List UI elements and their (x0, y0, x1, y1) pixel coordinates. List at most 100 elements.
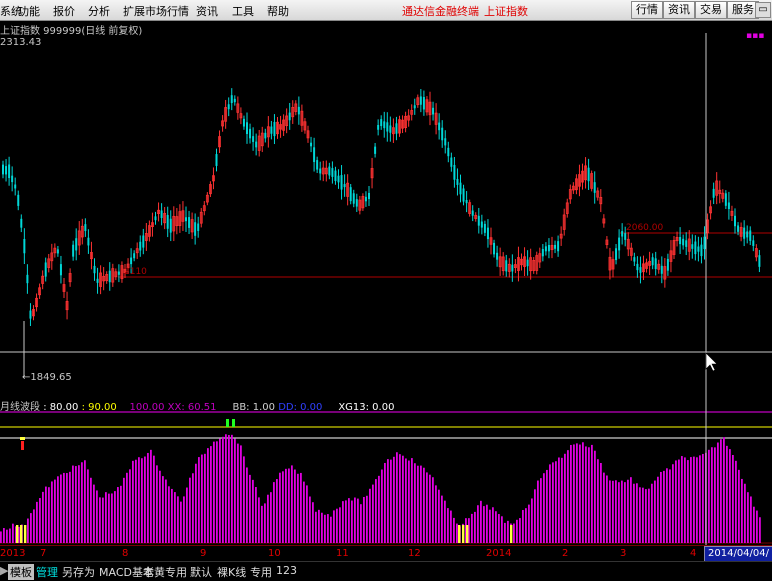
time-tick: 10 (268, 548, 281, 559)
osc-bar (720, 439, 722, 543)
osc-bar (315, 511, 317, 543)
osc-bar (387, 459, 389, 543)
osc-bar (186, 487, 188, 543)
osc-bar (378, 475, 380, 543)
osc-bar (750, 496, 752, 543)
candle-body (441, 127, 444, 141)
osc-bar (714, 447, 716, 543)
candle-body (700, 244, 703, 257)
chart-area[interactable]: 上证指数 999999(日线 前复权) 2313.43 ←1849.65 211… (0, 21, 772, 545)
menu-quote[interactable]: 报价 (53, 3, 75, 19)
kline-chart[interactable] (0, 21, 772, 397)
tab-special[interactable]: 专用 (250, 564, 272, 580)
candle-body (310, 142, 313, 147)
candle-body (2, 164, 4, 175)
time-tick: 2014 (486, 548, 512, 559)
osc-bar (447, 508, 449, 543)
osc-bar (36, 501, 38, 543)
osc-bar (435, 485, 437, 543)
osc-bar (318, 509, 320, 543)
candle-body (56, 249, 59, 254)
osc-bar (144, 456, 146, 543)
tab-template[interactable]: 模板 (8, 564, 34, 580)
promo-terminal[interactable]: 通达信金融终端 (402, 3, 479, 19)
candle-body (734, 215, 736, 227)
osc-bar (291, 465, 293, 543)
osc-bar (498, 514, 500, 543)
candle-body (453, 164, 456, 180)
candle-body (593, 182, 596, 193)
osc-bar (324, 514, 326, 543)
candle-body (621, 231, 624, 237)
candle-body (87, 237, 90, 246)
promo-index[interactable]: 上证指数 (484, 3, 528, 19)
candle-body (727, 202, 730, 210)
osc-bar (117, 487, 119, 543)
time-tick: 3 (620, 548, 627, 559)
osc-bar (450, 510, 452, 543)
candle-body (246, 122, 248, 135)
candle-body (75, 238, 78, 251)
candle-body (749, 230, 752, 241)
osc-bar (540, 478, 542, 543)
indicator-value-1: : 80.00 (43, 402, 79, 413)
candle-body (368, 192, 370, 200)
osc-bar (33, 509, 35, 543)
restore-icon[interactable]: ▭ (755, 2, 771, 18)
menu-help[interactable]: 帮助 (267, 3, 289, 19)
tab-laohuang[interactable]: 老黄专用 (143, 564, 187, 580)
osc-bar (561, 457, 563, 543)
candle-body (496, 252, 499, 260)
candle-body (587, 167, 590, 182)
osc-bar (669, 469, 671, 543)
candle-body (273, 122, 276, 137)
menu-news[interactable]: 资讯 (196, 3, 218, 19)
candle-body (108, 270, 111, 283)
osc-bar (27, 518, 29, 543)
osc-bar (162, 476, 164, 543)
candle-body (133, 253, 136, 259)
osc-bar (54, 479, 56, 543)
button-news[interactable]: 资讯 (663, 1, 695, 19)
osc-bar (582, 442, 584, 543)
candle-body (117, 271, 120, 275)
button-market[interactable]: 行情 (631, 1, 663, 19)
candle-body (374, 146, 377, 154)
menu-tools[interactable]: 工具 (232, 3, 254, 19)
osc-bar (609, 480, 611, 543)
osc-bar (81, 462, 83, 543)
menu-extended-market[interactable]: 扩展市场行情 (123, 3, 189, 19)
tab-bare-kline[interactable]: 裸K线 (217, 564, 246, 580)
candle-body (364, 196, 367, 202)
osc-bar (492, 507, 494, 543)
candle-body (471, 210, 474, 216)
tab-123[interactable]: 123 (276, 564, 297, 577)
menu-analysis[interactable]: 分析 (88, 3, 110, 19)
candle-body (724, 193, 727, 206)
tab-default[interactable]: 默认 (190, 564, 212, 580)
menu-function[interactable]: 功能 (18, 3, 40, 19)
osc-bar (219, 438, 221, 543)
sell-marker-cap (20, 437, 25, 440)
oscillator-chart[interactable] (0, 397, 772, 545)
time-tick: 12 (408, 548, 421, 559)
osc-bar (708, 449, 710, 543)
candle-body (450, 157, 453, 167)
osc-bar (672, 464, 674, 543)
osc-bar (546, 469, 548, 543)
osc-bar (216, 441, 218, 543)
buy-marker (226, 419, 229, 427)
osc-bar (522, 510, 524, 543)
candle-body (432, 107, 435, 115)
tab-manage[interactable]: 管理 (36, 564, 58, 580)
indicator-value-5: BB: 1.00 (232, 402, 275, 413)
osc-bar (723, 437, 725, 543)
candle-body (93, 265, 96, 274)
osc-bar (189, 477, 191, 543)
osc-bar (207, 448, 209, 543)
button-trade[interactable]: 交易 (695, 1, 727, 19)
tab-save-as[interactable]: 另存为 (62, 564, 95, 580)
signal-bar (462, 525, 465, 543)
osc-bar (336, 508, 338, 543)
high-price-label: 2313.43 (0, 37, 42, 48)
